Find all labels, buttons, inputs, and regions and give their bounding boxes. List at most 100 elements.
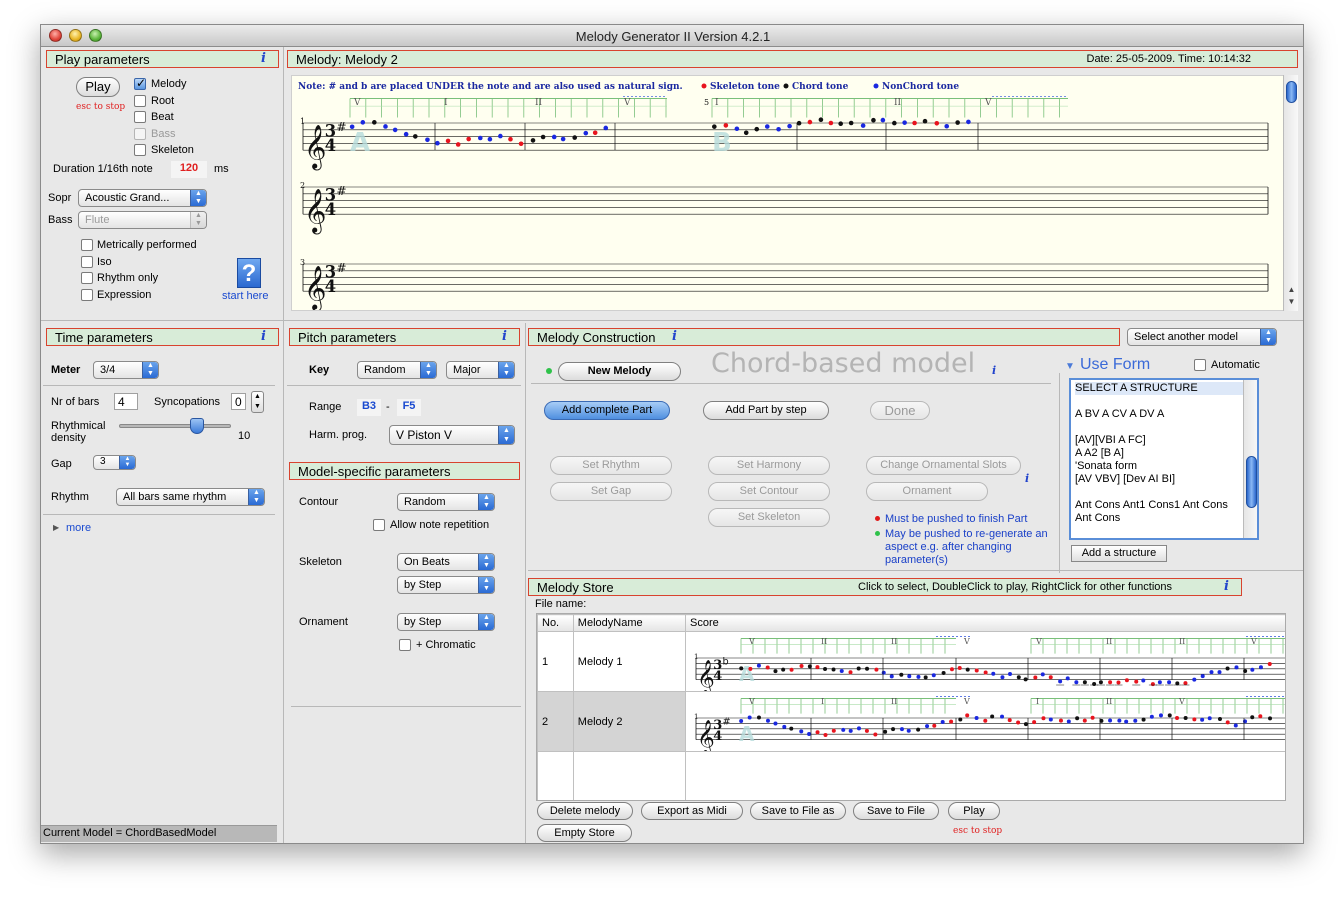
score-sheet[interactable]: Note: # and b are placed UNDER the note … xyxy=(291,75,1284,311)
note xyxy=(1117,718,1122,723)
new-melody-button[interactable]: New Melody xyxy=(558,362,681,381)
rhythm-select[interactable]: All bars same rhythm ▲ ▼ xyxy=(116,488,265,506)
checkbox-bass[interactable] xyxy=(134,127,146,140)
ornament-button[interactable]: Ornament xyxy=(866,482,988,501)
set-skeleton-button[interactable]: Set Skeleton xyxy=(708,508,830,527)
note xyxy=(912,120,917,126)
help-icon[interactable]: ? xyxy=(237,258,261,288)
allow-repetition-checkbox[interactable] xyxy=(373,519,385,531)
syncopations-field[interactable]: 0 xyxy=(231,393,246,410)
structure-item[interactable]: A BV A CV A DV A xyxy=(1075,408,1243,421)
scrollbar-thumb[interactable] xyxy=(1286,81,1297,103)
skeleton-step-select[interactable]: by Step ▲ ▼ xyxy=(397,576,495,594)
checkbox-skeleton[interactable] xyxy=(134,144,146,156)
option-checkbox[interactable] xyxy=(81,272,93,284)
popup-arrows-icon: ▲ ▼ xyxy=(190,212,206,228)
structure-item[interactable] xyxy=(1075,421,1243,434)
set-harmony-button[interactable]: Set Harmony xyxy=(708,456,830,475)
info-icon[interactable]: i xyxy=(261,51,266,66)
change-ornamental-slots-button[interactable]: Change Ornamental Slots xyxy=(866,456,1021,475)
info-icon[interactable]: i xyxy=(992,364,996,377)
structure-item[interactable]: [AV][VBI A FC] xyxy=(1075,434,1243,447)
automatic-checkbox[interactable] xyxy=(1194,359,1206,371)
column-header-score[interactable]: Score xyxy=(684,614,1285,632)
play-button[interactable]: Play xyxy=(948,802,1000,820)
range-low-field[interactable]: B3 xyxy=(357,399,381,416)
structure-item[interactable]: [AV VBV] [Dev AI BI] xyxy=(1075,473,1243,486)
score-scrollbar[interactable]: ▲ ▼ xyxy=(1283,75,1298,311)
key-select[interactable]: Random ▲ ▼ xyxy=(357,361,437,379)
note xyxy=(799,728,804,733)
syncopations-stepper[interactable]: ▲ ▼ xyxy=(251,391,264,413)
save-to-file-as-button[interactable]: Save to File as xyxy=(750,802,846,820)
skeleton-select[interactable]: On Beats ▲ ▼ xyxy=(397,553,495,571)
meter-select[interactable]: 3/4 ▲ ▼ xyxy=(93,361,159,379)
store-hint: Click to select, DoubleClick to play, Ri… xyxy=(858,581,1173,593)
set-rhythm-button[interactable]: Set Rhythm xyxy=(550,456,672,475)
checkbox-label: Bass xyxy=(151,127,176,140)
play-button[interactable]: Play xyxy=(76,77,120,97)
structure-item[interactable]: Ant Cons Ant1 Cons1 Ant Cons xyxy=(1075,499,1243,512)
density-slider-thumb[interactable] xyxy=(190,418,205,434)
structure-item[interactable]: SELECT A STRUCTURE xyxy=(1075,382,1243,395)
info-icon[interactable]: i xyxy=(502,329,507,344)
use-form-disclosure-icon[interactable]: ▼ xyxy=(1065,361,1075,372)
harm-prog-select[interactable]: V Piston V ▲ ▼ xyxy=(389,425,515,445)
checkbox-melody[interactable] xyxy=(134,76,146,90)
info-icon[interactable]: i xyxy=(1025,472,1029,485)
add-part-by-step-button[interactable]: Add Part by step xyxy=(703,401,829,420)
structure-scrollbar[interactable] xyxy=(1243,380,1257,538)
option-checkbox[interactable] xyxy=(81,239,93,251)
structure-item[interactable]: A A2 [B A] xyxy=(1075,447,1243,460)
scrollbar-thumb[interactable] xyxy=(1246,456,1257,508)
export-as-midi-button[interactable]: Export as Midi xyxy=(641,802,743,820)
delete-melody-button[interactable]: Delete melody xyxy=(537,802,633,820)
set-contour-button[interactable]: Set Contour xyxy=(708,482,830,501)
duration-field[interactable]: 120 xyxy=(171,161,207,178)
done-button[interactable]: Done xyxy=(870,401,930,420)
bass-instrument-select[interactable]: Flute ▲ ▼ xyxy=(78,211,207,229)
note xyxy=(1268,715,1273,720)
range-high-field[interactable]: F5 xyxy=(397,399,421,416)
structure-item[interactable] xyxy=(1075,486,1243,499)
structure-list[interactable]: SELECT A STRUCTURE A BV A CV A DV A [AV][V… xyxy=(1069,378,1259,540)
table-row-selected[interactable]: 2 Melody 2 𝄞 3 4 # V I II V I II V 1 A xyxy=(537,691,1285,752)
sopr-instrument-select[interactable]: Acoustic Grand... ▲ ▼ xyxy=(78,189,207,207)
start-here-link[interactable]: start here xyxy=(222,290,268,302)
column-header-name[interactable]: MelodyName xyxy=(572,614,686,632)
disclosure-triangle-icon[interactable]: ▶ xyxy=(53,523,59,532)
info-icon[interactable]: i xyxy=(1224,579,1229,594)
save-to-file-button[interactable]: Save to File xyxy=(853,802,939,820)
checkbox-beat[interactable] xyxy=(134,111,146,123)
ornament-select[interactable]: by Step ▲ ▼ xyxy=(397,613,495,631)
mode-select[interactable]: Major ▲ ▼ xyxy=(446,361,515,379)
contour-select[interactable]: Random ▲ ▼ xyxy=(397,493,495,511)
structure-item[interactable] xyxy=(1075,395,1243,408)
note xyxy=(940,719,945,724)
select-model-select[interactable]: Select another model ▲ ▼ xyxy=(1127,328,1277,346)
scroll-down-icon[interactable]: ▼ xyxy=(1284,297,1299,309)
chromatic-checkbox[interactable] xyxy=(399,639,411,651)
info-icon[interactable]: i xyxy=(672,329,677,344)
column-header-no[interactable]: No. xyxy=(537,614,574,632)
structure-item[interactable]: 'Sonata form xyxy=(1075,460,1243,473)
time-signature-bottom: 4 xyxy=(325,277,336,296)
set-gap-button[interactable]: Set Gap xyxy=(550,482,672,501)
table-row[interactable]: 1 Melody 1 𝄞 3 4 b V II II V V II II V 1 A xyxy=(537,631,1285,692)
popup-arrows-icon: ▲ ▼ xyxy=(478,554,494,570)
option-checkbox[interactable] xyxy=(81,255,93,268)
checkbox-label: Skeleton xyxy=(151,144,194,156)
add-structure-button[interactable]: Add a structure xyxy=(1071,545,1167,562)
scroll-up-icon[interactable]: ▲ xyxy=(1284,285,1299,297)
density-slider-track[interactable] xyxy=(119,424,231,428)
more-link[interactable]: more xyxy=(66,522,91,534)
empty-store-button[interactable]: Empty Store xyxy=(537,824,632,842)
structure-item[interactable]: Ant Cons xyxy=(1075,512,1243,525)
add-complete-part-button[interactable]: Add complete Part xyxy=(544,401,670,420)
checkbox-root[interactable] xyxy=(134,94,146,107)
option-checkbox[interactable] xyxy=(81,288,93,301)
info-icon[interactable]: i xyxy=(261,329,266,344)
nbars-field[interactable]: 4 xyxy=(114,393,138,410)
gap-select[interactable]: 3 ▲ ▼ xyxy=(93,455,136,470)
popup-arrows-icon: ▲ ▼ xyxy=(498,426,514,444)
